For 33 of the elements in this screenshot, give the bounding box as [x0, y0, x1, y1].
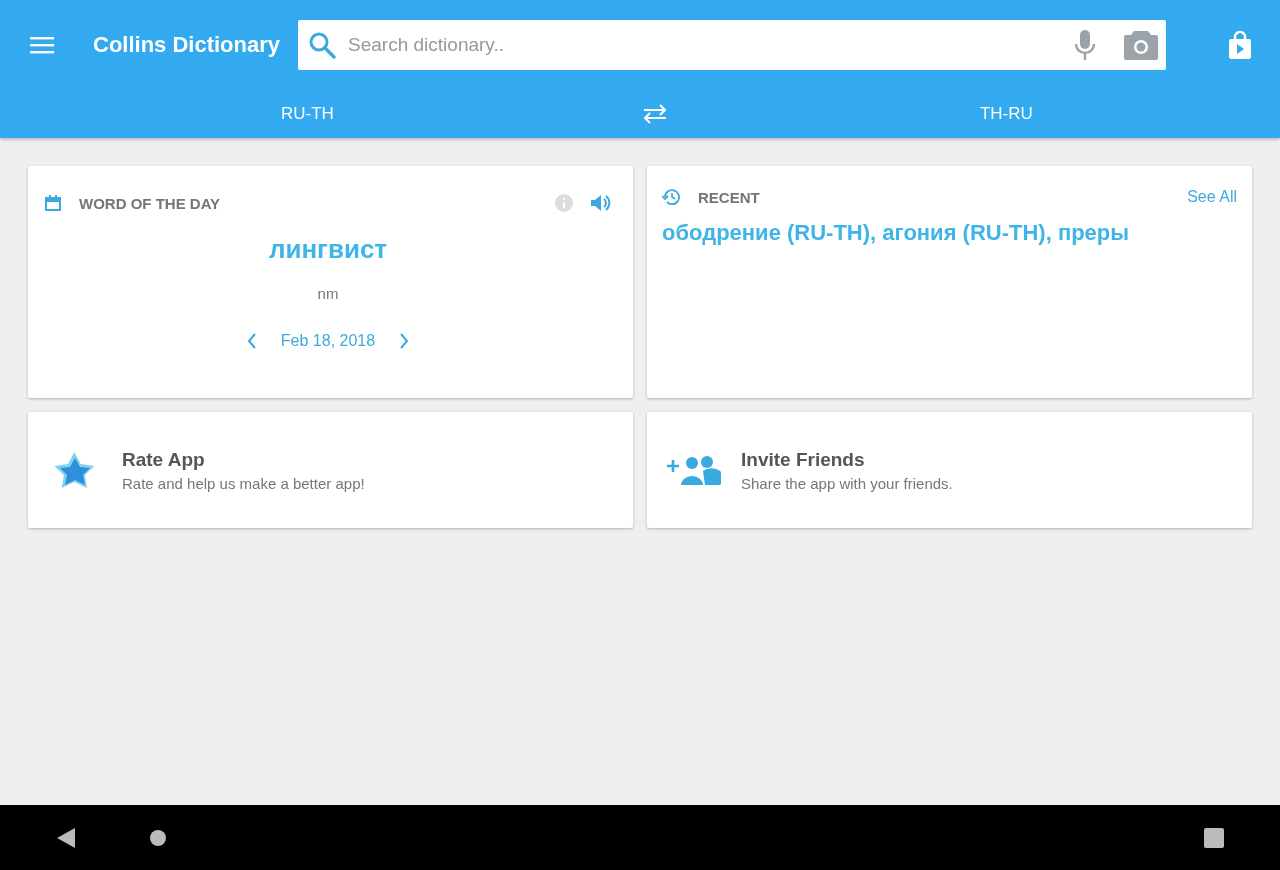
app-title: Collins Dictionary	[93, 32, 281, 58]
action-card[interactable]: Invite Friends Share the app with your friends.	[647, 412, 1252, 528]
language-tab[interactable]: RU-TH	[273, 100, 342, 128]
word-of-the-day[interactable]: лингвист	[268, 234, 388, 265]
microphone-icon[interactable]	[1074, 29, 1097, 61]
action-title: Invite Friends	[741, 448, 866, 471]
add-people-icon	[667, 454, 721, 486]
recents-icon[interactable]	[1204, 827, 1224, 848]
action-title: Rate App	[122, 448, 206, 471]
history-icon	[662, 189, 680, 205]
menu-icon[interactable]	[30, 36, 54, 54]
language-tab[interactable]: TH-RU	[971, 100, 1041, 128]
chevron-right-icon[interactable]	[399, 333, 410, 349]
swap-icon[interactable]	[641, 104, 668, 124]
back-icon[interactable]	[56, 826, 76, 849]
info-icon[interactable]	[555, 194, 573, 212]
card-heading: WORD OF THE DAY	[79, 194, 221, 212]
camera-icon[interactable]	[1124, 30, 1159, 60]
action-subtitle: Rate and help us make a better app!	[122, 474, 365, 492]
chevron-left-icon[interactable]	[246, 333, 257, 349]
see-all-link[interactable]: See All	[1187, 188, 1237, 206]
shopping-bag-icon[interactable]	[1229, 31, 1252, 59]
search-icon	[308, 31, 337, 59]
speaker-icon[interactable]	[591, 194, 611, 212]
home-icon[interactable]	[150, 829, 166, 846]
search-bar[interactable]: Search dictionary..	[298, 20, 1167, 70]
part-of-speech: nm	[317, 285, 339, 302]
recent-words[interactable]: ободрение (RU-TH), агония (RU-TH), преры	[662, 220, 1237, 246]
date-text: Feb 18, 2018	[280, 332, 376, 350]
action-subtitle: Share the app with your friends.	[741, 474, 953, 492]
action-card[interactable]: Rate App Rate and help us make a better app!	[28, 412, 633, 528]
card-heading: RECENT	[698, 188, 760, 206]
calendar-icon	[45, 195, 61, 211]
